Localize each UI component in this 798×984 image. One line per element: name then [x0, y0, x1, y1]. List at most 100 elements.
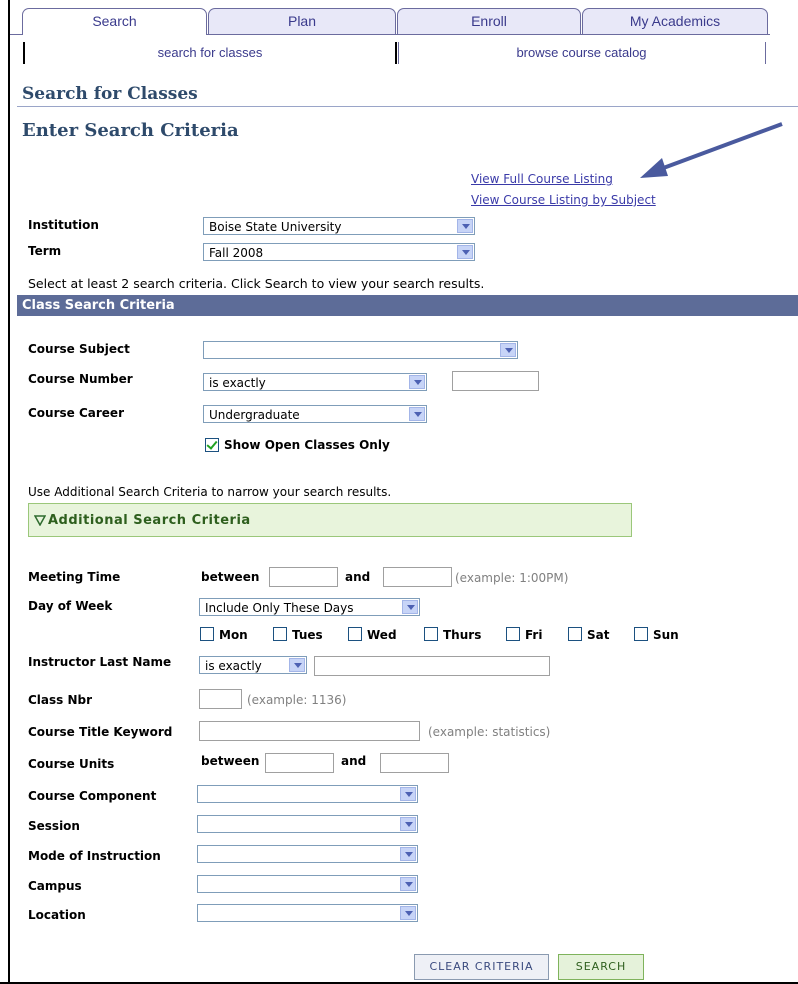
campus-select[interactable] [197, 875, 418, 893]
instructor-last-name-label: Instructor Last Name [28, 655, 172, 669]
class-search-criteria-header: Class Search Criteria [17, 295, 798, 316]
day-fri-checkbox[interactable] [506, 627, 520, 641]
day-sat-checkbox[interactable] [568, 627, 582, 641]
meeting-time-end-input[interactable] [383, 567, 452, 587]
location-label: Location [28, 908, 86, 922]
campus-label: Campus [28, 879, 82, 893]
course-component-label: Course Component [28, 789, 157, 803]
course-number-operator-select[interactable]: is exactly [203, 373, 427, 391]
course-title-keyword-label: Course Title Keyword [28, 725, 173, 739]
course-units-label: Course Units [28, 757, 115, 771]
institution-select[interactable]: Boise State University [203, 217, 475, 235]
additional-search-criteria-label: Additional Search Criteria [48, 513, 251, 528]
course-subject-label: Course Subject [28, 342, 130, 356]
view-full-course-listing-link[interactable]: View Full Course Listing [471, 172, 613, 186]
mode-of-instruction-select[interactable] [197, 845, 418, 863]
day-sun-label: Sun [653, 628, 679, 642]
day-mon-checkbox[interactable] [200, 627, 214, 641]
course-subject-select[interactable] [203, 341, 518, 359]
show-open-classes-label: Show Open Classes Only [224, 438, 390, 452]
chevron-down-icon [457, 245, 473, 259]
show-open-classes-checkbox[interactable] [205, 438, 219, 452]
chevron-down-icon [400, 847, 416, 861]
class-nbr-label: Class Nbr [28, 693, 93, 707]
subtab-search-for-classes[interactable]: search for classes [25, 43, 395, 63]
session-label: Session [28, 819, 80, 833]
day-tues-label: Tues [292, 628, 323, 642]
instructor-last-name-input[interactable] [314, 656, 550, 676]
chevron-down-icon [402, 600, 418, 614]
meeting-time-and: and [345, 570, 371, 584]
chevron-down-icon [289, 658, 305, 672]
day-sat-label: Sat [587, 628, 610, 642]
day-of-week-label: Day of Week [28, 599, 113, 613]
instruction-text: Select at least 2 search criteria. Click… [28, 276, 485, 291]
subtab-browse-course-catalog[interactable]: browse course catalog [399, 43, 764, 63]
annotation-arrow-icon [640, 122, 783, 178]
class-nbr-input[interactable] [199, 689, 242, 709]
meeting-time-example: (example: 1:00PM) [455, 571, 569, 585]
course-career-value: Undergraduate [209, 408, 300, 422]
day-thurs-label: Thurs [443, 628, 482, 642]
term-label: Term [28, 244, 62, 258]
chevron-down-icon [409, 407, 425, 421]
course-number-operator-value: is exactly [209, 376, 266, 390]
additional-criteria-note: Use Additional Search Criteria to narrow… [28, 485, 392, 499]
course-number-input[interactable] [452, 371, 539, 391]
meeting-time-label: Meeting Time [28, 570, 121, 584]
session-select[interactable] [197, 815, 418, 833]
institution-value: Boise State University [209, 220, 342, 234]
tab-my-academics[interactable]: My Academics [582, 8, 768, 35]
chevron-down-icon [400, 817, 416, 831]
term-value: Fall 2008 [209, 246, 264, 260]
course-career-select[interactable]: Undergraduate [203, 405, 427, 423]
subtab-separator [765, 42, 766, 64]
triangle-down-icon [34, 515, 46, 526]
chevron-down-icon [400, 906, 416, 920]
location-select[interactable] [197, 904, 418, 922]
mode-of-instruction-label: Mode of Instruction [28, 849, 161, 863]
course-units-and: and [341, 754, 367, 768]
day-tues-checkbox[interactable] [273, 627, 287, 641]
title-rule [17, 106, 798, 107]
day-thurs-checkbox[interactable] [424, 627, 438, 641]
clear-criteria-button[interactable]: Clear Criteria [414, 954, 549, 980]
course-component-select[interactable] [197, 785, 418, 803]
search-button[interactable]: Search [558, 954, 644, 980]
tab-search[interactable]: Search [22, 8, 207, 35]
course-title-keyword-input[interactable] [199, 721, 420, 741]
frame-left-border [8, 0, 10, 984]
day-mon-label: Mon [219, 628, 248, 642]
course-title-keyword-example: (example: statistics) [428, 725, 551, 739]
institution-label: Institution [28, 218, 99, 232]
subtab-separator [395, 42, 397, 64]
course-units-between: between [201, 754, 260, 768]
additional-search-criteria-header[interactable]: Additional Search Criteria [28, 503, 632, 537]
tab-enroll[interactable]: Enroll [397, 8, 581, 35]
meeting-time-start-input[interactable] [269, 567, 338, 587]
day-fri-label: Fri [525, 628, 543, 642]
term-select[interactable]: Fall 2008 [203, 243, 475, 261]
section-title: Enter Search Criteria [22, 120, 239, 141]
day-wed-checkbox[interactable] [348, 627, 362, 641]
course-career-label: Course Career [28, 406, 124, 420]
tab-plan[interactable]: Plan [208, 8, 396, 35]
day-of-week-value: Include Only These Days [205, 601, 354, 615]
meeting-time-between: between [201, 570, 260, 584]
course-number-label: Course Number [28, 372, 133, 386]
view-course-listing-by-subject-link[interactable]: View Course Listing by Subject [471, 193, 656, 207]
page-title: Search for Classes [22, 84, 198, 104]
class-nbr-example: (example: 1136) [247, 693, 347, 707]
course-units-max-input[interactable] [380, 753, 449, 773]
day-wed-label: Wed [367, 628, 397, 642]
chevron-down-icon [457, 219, 473, 233]
day-sun-checkbox[interactable] [634, 627, 648, 641]
chevron-down-icon [500, 343, 516, 357]
chevron-down-icon [400, 787, 416, 801]
instructor-operator-select[interactable]: is exactly [199, 656, 307, 674]
course-units-min-input[interactable] [265, 753, 334, 773]
chevron-down-icon [400, 877, 416, 891]
chevron-down-icon [409, 375, 425, 389]
day-of-week-select[interactable]: Include Only These Days [199, 598, 420, 616]
instructor-operator-value: is exactly [205, 659, 262, 673]
